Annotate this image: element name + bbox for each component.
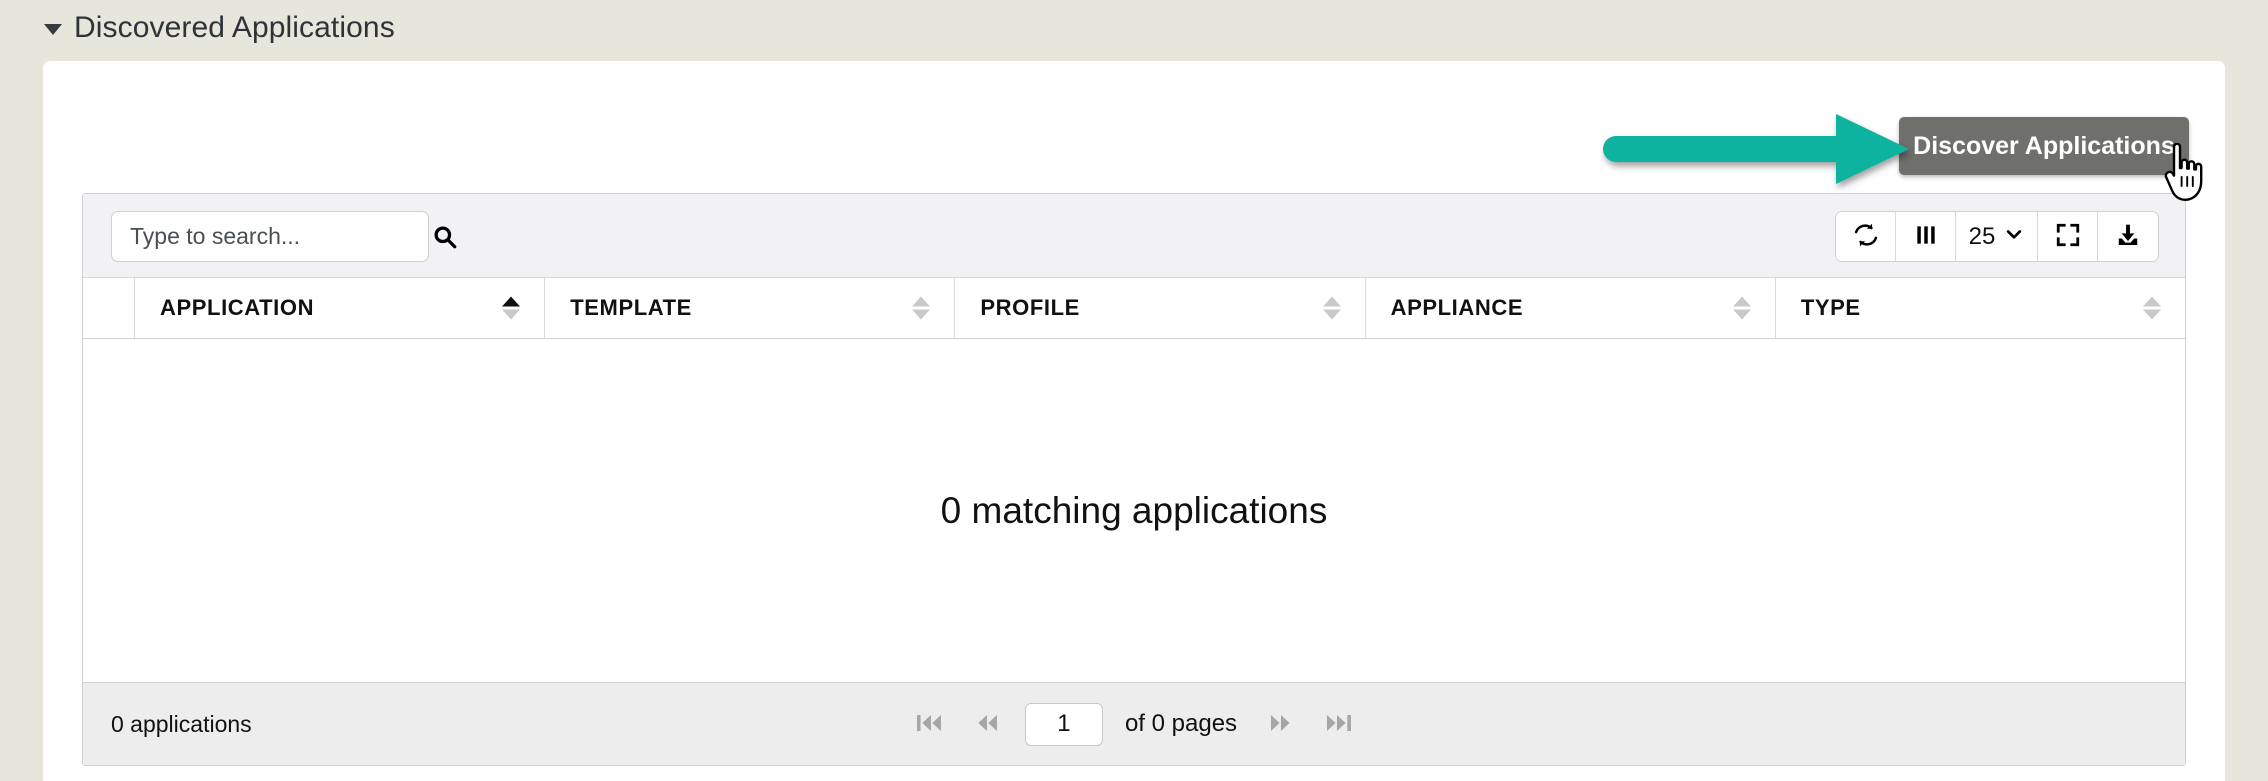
column-header-label: TEMPLATE xyxy=(570,295,692,321)
column-header-profile[interactable]: PROFILE xyxy=(955,278,1365,338)
caret-down-icon[interactable] xyxy=(44,24,62,35)
page-previous-button[interactable] xyxy=(967,707,1009,742)
page-first-icon xyxy=(915,711,945,738)
discovered-applications-card: 25 xyxy=(43,61,2225,781)
page-title: Discovered Applications xyxy=(74,11,395,45)
sort-none-icon[interactable] xyxy=(2143,297,2161,320)
table-footer: 0 applications xyxy=(83,682,2185,765)
column-header-template[interactable]: TEMPLATE xyxy=(545,278,955,338)
fullscreen-button[interactable] xyxy=(2038,212,2098,261)
sort-none-icon[interactable] xyxy=(1733,297,1751,320)
column-header-type[interactable]: TYPE xyxy=(1776,278,2185,338)
download-icon xyxy=(2115,222,2141,251)
table-header-row: APPLICATION TEMPLATE PROFILE APPLIANCE xyxy=(83,278,2185,339)
page-next-icon xyxy=(1265,711,1295,738)
page-last-icon xyxy=(1323,711,1353,738)
download-button[interactable] xyxy=(2098,212,2158,261)
columns-icon xyxy=(1913,222,1939,251)
page-number-input[interactable] xyxy=(1025,703,1103,746)
refresh-icon xyxy=(1852,221,1880,252)
page-last-button[interactable] xyxy=(1317,707,1359,742)
sort-none-icon[interactable] xyxy=(1323,297,1341,320)
page-total-label: of 0 pages xyxy=(1125,710,1237,738)
discover-applications-button[interactable]: Discover Applications xyxy=(1899,117,2189,175)
search-input[interactable] xyxy=(112,223,432,250)
column-header-label: APPLIANCE xyxy=(1391,295,1524,321)
chevron-down-icon xyxy=(2004,223,2024,251)
column-header-application[interactable]: APPLICATION xyxy=(135,278,545,338)
column-header-label: TYPE xyxy=(1801,295,1861,321)
page-size-button[interactable]: 25 xyxy=(1956,212,2038,261)
empty-state-message: 0 matching applications xyxy=(941,490,1328,532)
column-header-appliance[interactable]: APPLIANCE xyxy=(1366,278,1776,338)
table-toolbar: 25 xyxy=(83,194,2185,278)
sort-ascending-icon[interactable] xyxy=(502,297,520,320)
record-count-label: 0 applications xyxy=(111,711,252,738)
sort-none-icon[interactable] xyxy=(912,297,930,320)
table-body: 0 matching applications xyxy=(83,339,2185,682)
columns-button[interactable] xyxy=(1896,212,1956,261)
page-first-button[interactable] xyxy=(909,707,951,742)
table-toolbar-buttons: 25 xyxy=(1835,211,2159,262)
page-size-value: 25 xyxy=(1969,223,1996,251)
search-box[interactable] xyxy=(111,211,429,262)
page-previous-icon xyxy=(973,711,1003,738)
page-next-button[interactable] xyxy=(1259,707,1301,742)
refresh-button[interactable] xyxy=(1836,212,1896,261)
applications-table-panel: 25 xyxy=(82,193,2186,766)
column-header-label: PROFILE xyxy=(980,295,1080,321)
pagination-controls: of 0 pages xyxy=(909,703,1359,746)
section-header[interactable]: Discovered Applications xyxy=(44,10,395,46)
column-header-label: APPLICATION xyxy=(160,295,314,321)
search-icon[interactable] xyxy=(432,224,458,250)
fullscreen-icon xyxy=(2055,222,2081,251)
table-header-select-column xyxy=(83,278,135,338)
